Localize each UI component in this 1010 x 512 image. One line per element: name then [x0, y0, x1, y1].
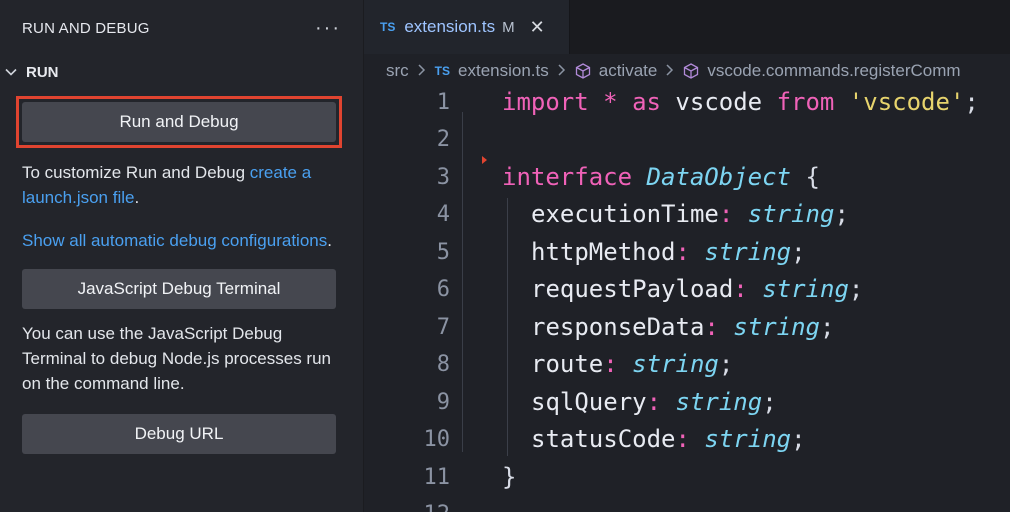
chevron-right-icon	[665, 63, 675, 79]
run-section-header[interactable]: RUN	[0, 56, 363, 88]
line-number: 6	[436, 277, 450, 302]
line-number: 7	[436, 315, 450, 340]
breadcrumb-src[interactable]: src	[386, 61, 409, 81]
code-line-5: httpMethod: string;	[531, 238, 806, 266]
line-number: 9	[436, 390, 450, 415]
editor-pane: TS extension.ts M ✕ src TS extension.ts …	[364, 0, 1010, 512]
focus-ring: Run and Debug	[16, 96, 342, 148]
code-line-11: }	[502, 463, 517, 491]
indent-guide	[507, 198, 508, 456]
chevron-down-icon	[2, 63, 20, 81]
code-line-1: import * as vscode from 'vscode';	[502, 88, 979, 116]
method-cube-icon	[683, 63, 699, 79]
show-configs-end: .	[327, 231, 332, 250]
terminal-description: You can use the JavaScript Debug Termina…	[22, 324, 331, 393]
typescript-file-icon: TS	[434, 64, 451, 78]
customize-text-label: To customize Run and Debug	[22, 163, 250, 182]
more-actions-icon[interactable]: ···	[315, 17, 341, 40]
line-number: 1	[436, 90, 450, 115]
sidebar-title: RUN AND DEBUG	[22, 19, 150, 37]
line-number: 11	[423, 465, 451, 490]
code-line-9: sqlQuery: string;	[531, 388, 777, 416]
code-line-4: executionTime: string;	[531, 200, 849, 228]
breadcrumb: src TS extension.ts activate vscode.comm…	[364, 54, 1010, 88]
tab-label: extension.ts	[404, 17, 496, 36]
modified-badge: M	[502, 18, 515, 36]
line-number: 2	[436, 127, 450, 152]
run-and-debug-button[interactable]: Run and Debug	[22, 102, 336, 142]
debug-url-button[interactable]: Debug URL	[22, 414, 336, 454]
line-number: 3	[436, 165, 450, 190]
gutter-divider	[462, 112, 463, 452]
code-line-7: responseData: string;	[531, 313, 835, 341]
line-number: 5	[436, 240, 450, 265]
breadcrumb-symbol-register-command[interactable]: vscode.commands.registerComm	[707, 61, 960, 81]
code-line-3: interface DataObject {	[502, 163, 820, 191]
typescript-file-icon: TS	[380, 20, 396, 34]
line-number: 8	[436, 352, 450, 377]
run-section-label: RUN	[26, 63, 59, 81]
line-number-gutter: 1 2 3 4 5 6 7 8 9 10 11 12	[364, 88, 454, 512]
show-configs-text: Show all automatic debug configurations.	[22, 228, 341, 253]
code-line-6: requestPayload: string;	[531, 275, 864, 303]
close-icon[interactable]: ✕	[530, 17, 545, 38]
line-number: 4	[436, 202, 450, 227]
tab-extension-ts[interactable]: TS extension.ts M ✕	[364, 0, 570, 54]
run-debug-sidebar: RUN AND DEBUG ··· RUN Run and Debug To c…	[0, 0, 364, 512]
code-line-8: route: string;	[531, 350, 734, 378]
chevron-right-icon	[417, 63, 427, 79]
customize-text-end: .	[134, 188, 140, 207]
line-number: 10	[423, 427, 451, 452]
code-line-10: statusCode: string;	[531, 425, 806, 453]
customize-text: To customize Run and Debug create a laun…	[22, 160, 341, 210]
chevron-right-icon	[557, 63, 567, 79]
run-section-content: Run and Debug To customize Run and Debug…	[0, 88, 363, 454]
breadcrumb-file[interactable]: extension.ts	[458, 61, 549, 81]
tab-bar: TS extension.ts M ✕	[364, 0, 1010, 54]
sidebar-header: RUN AND DEBUG ···	[0, 0, 363, 56]
fold-arrow-icon	[482, 156, 487, 164]
code-editor[interactable]: 1 2 3 4 5 6 7 8 9 10 11 12 import * as v…	[364, 88, 1010, 512]
vscode-window: RUN AND DEBUG ··· RUN Run and Debug To c…	[0, 0, 1010, 512]
js-debug-terminal-button[interactable]: JavaScript Debug Terminal	[22, 269, 336, 309]
breadcrumb-symbol-activate[interactable]: activate	[599, 61, 658, 81]
line-number: 12	[364, 502, 451, 512]
show-automatic-configs-link[interactable]: Show all automatic debug configurations	[22, 231, 327, 250]
method-cube-icon	[575, 63, 591, 79]
